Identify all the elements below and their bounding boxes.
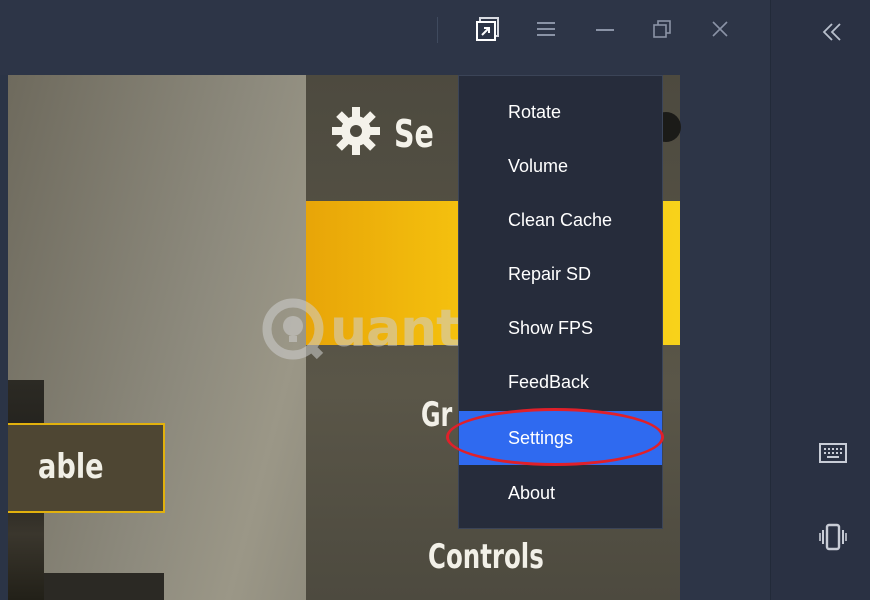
keyboard-icon[interactable] xyxy=(819,442,847,469)
menu-icon[interactable] xyxy=(531,14,561,44)
shake-icon[interactable] xyxy=(819,522,847,557)
title-bar xyxy=(0,0,770,75)
settings-title-text: Se xyxy=(394,111,434,156)
dropdown-menu: Rotate Volume Clean Cache Repair SD Show… xyxy=(458,75,663,529)
collapse-icon[interactable] xyxy=(819,20,845,49)
menu-item-about[interactable]: About xyxy=(459,466,662,520)
game-right-strip xyxy=(680,75,770,600)
controls-tab-label[interactable]: Controls xyxy=(428,537,544,577)
menu-item-settings[interactable]: Settings xyxy=(459,411,662,465)
menu-item-clean-cache[interactable]: Clean Cache xyxy=(459,193,662,247)
close-icon[interactable] xyxy=(705,14,735,44)
menu-item-rotate[interactable]: Rotate xyxy=(459,85,662,139)
graphics-tab-label[interactable]: Gr xyxy=(421,395,452,435)
minimize-icon[interactable] xyxy=(590,14,620,44)
enable-button[interactable]: able xyxy=(8,423,165,513)
screenshot-icon[interactable] xyxy=(473,14,503,44)
gear-icon xyxy=(330,105,382,162)
menu-item-show-fps[interactable]: Show FPS xyxy=(459,301,662,355)
title-bar-divider xyxy=(437,17,438,43)
game-bottom-block xyxy=(44,573,164,600)
settings-heading: Se xyxy=(330,105,447,162)
menu-item-volume[interactable]: Volume xyxy=(459,139,662,193)
menu-item-repair-sd[interactable]: Repair SD xyxy=(459,247,662,301)
menu-item-feedback[interactable]: FeedBack xyxy=(459,355,662,409)
right-toolbar xyxy=(770,0,870,600)
restore-icon[interactable] xyxy=(647,14,677,44)
enable-button-label: able xyxy=(38,447,104,487)
